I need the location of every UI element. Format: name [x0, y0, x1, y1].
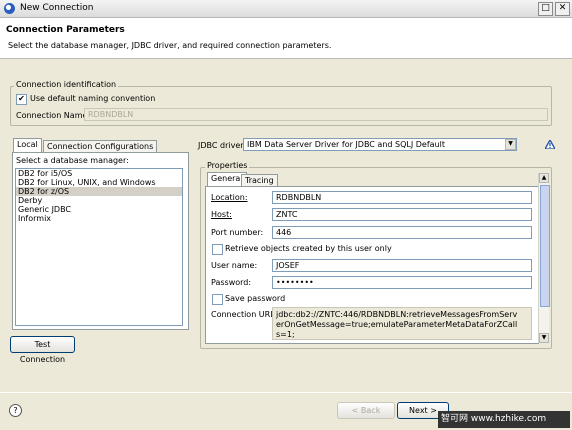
scroll-up-icon[interactable]: ▲: [539, 173, 549, 183]
save-password-checkbox[interactable]: [212, 294, 223, 305]
watermark: 智可网 www.hzhike.com: [438, 411, 570, 428]
port-field[interactable]: 446: [272, 226, 532, 239]
window-title: New Connection: [20, 3, 94, 13]
host-field[interactable]: ZNTC: [272, 208, 532, 221]
list-item[interactable]: DB2 for Linux, UNIX, and Windows: [16, 178, 182, 187]
username-field[interactable]: JOSEF: [272, 259, 532, 272]
jdbc-driver-value: IBM Data Server Driver for JDBC and SQLJ…: [247, 140, 445, 149]
retrieve-objects-label: Retrieve objects created by this user on…: [225, 244, 392, 253]
connection-url-label: Connection URL:: [211, 310, 278, 319]
location-field[interactable]: RDBNDBLN: [272, 191, 532, 204]
footer-divider: [0, 392, 572, 393]
connection-name-label: Connection Name:: [16, 111, 91, 120]
jdbc-driver-select[interactable]: IBM Data Server Driver for JDBC and SQLJ…: [243, 138, 517, 151]
db-manager-label: Select a database manager:: [16, 156, 129, 165]
jdbc-driver-label: JDBC driver:: [198, 141, 247, 150]
title-bar: New Connection □ ✕: [0, 0, 572, 18]
port-label: Port number:: [211, 228, 264, 237]
page-subtitle: Select the database manager, JDBC driver…: [8, 41, 332, 50]
connection-url-field[interactable]: jdbc:db2://ZNTC:446/RDBNDBLN:retrieveMes…: [272, 307, 532, 340]
connection-name-field[interactable]: RDBNDBLN: [84, 108, 548, 121]
scroll-thumb[interactable]: [540, 185, 550, 307]
close-button[interactable]: ✕: [555, 2, 570, 16]
list-item[interactable]: Informix: [16, 214, 182, 223]
location-label: Location:: [211, 193, 248, 202]
list-item[interactable]: Derby: [16, 196, 182, 205]
chevron-down-icon[interactable]: ▼: [505, 139, 516, 150]
list-item-selected[interactable]: DB2 for z/OS: [16, 187, 182, 196]
properties-legend: Properties: [205, 161, 250, 170]
test-connection-button[interactable]: Test Connection: [10, 336, 75, 364]
warning-icon: [545, 140, 555, 149]
retrieve-objects-checkbox[interactable]: [212, 244, 223, 255]
password-field[interactable]: ••••••••: [272, 276, 532, 289]
tab-local[interactable]: Local: [13, 138, 42, 153]
eclipse-icon: [4, 3, 15, 14]
properties-scrollbar[interactable]: ▲ ▼: [538, 173, 550, 343]
scroll-down-icon[interactable]: ▼: [539, 333, 549, 343]
page-title: Connection Parameters: [6, 25, 125, 35]
back-button[interactable]: < Back: [337, 402, 395, 419]
use-default-checkbox[interactable]: ✔: [16, 94, 27, 105]
password-label: Password:: [211, 278, 252, 287]
help-icon[interactable]: ?: [9, 404, 22, 417]
use-default-label: Use default naming convention: [30, 94, 156, 103]
save-password-label: Save password: [225, 294, 286, 303]
db-manager-list[interactable]: DB2 for i5/OS DB2 for Linux, UNIX, and W…: [15, 168, 183, 326]
wizard-header: Connection Parameters Select the databas…: [0, 18, 572, 59]
username-label: User name:: [211, 261, 258, 270]
connection-identification-legend: Connection identification: [14, 80, 119, 89]
list-item[interactable]: Generic JDBC: [16, 205, 182, 214]
restore-button[interactable]: □: [538, 2, 553, 16]
list-item[interactable]: DB2 for i5/OS: [16, 169, 182, 178]
host-label: Host:: [211, 210, 232, 219]
